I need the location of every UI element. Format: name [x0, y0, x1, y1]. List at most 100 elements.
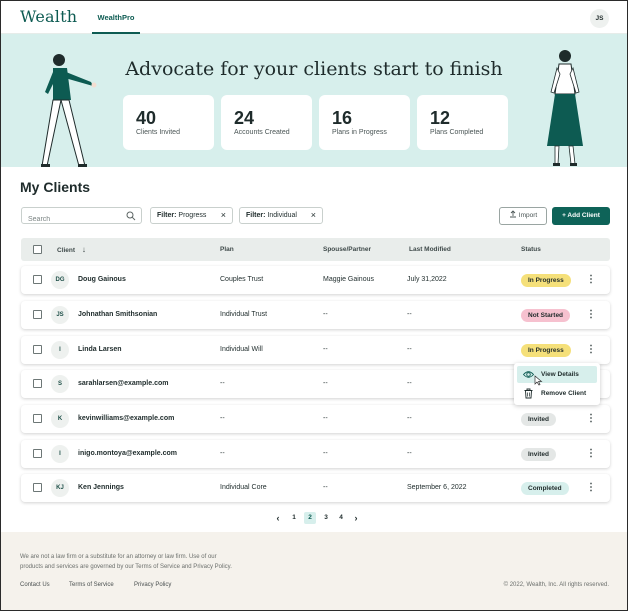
client-spouse: -- — [323, 346, 328, 353]
client-plan: Couples Trust — [220, 276, 264, 283]
more-options-icon[interactable]: ⋮ — [586, 440, 596, 468]
page-title: My Clients — [20, 179, 91, 195]
status-badge: Not Started — [521, 309, 571, 322]
add-client-button[interactable]: + Add Client — [552, 207, 610, 225]
filter-value: Progress — [178, 212, 207, 219]
sort-arrow-icon[interactable]: ↓ — [82, 245, 86, 254]
footer-link-contact[interactable]: Contact Us — [20, 582, 50, 588]
table-row[interactable]: KJ Ken Jennings Individual Core -- Septe… — [21, 474, 610, 502]
client-last-modified: September 6, 2022 — [407, 484, 467, 491]
client-plan: Individual Core — [220, 484, 267, 491]
more-options-icon[interactable]: ⋮ — [586, 301, 596, 329]
trash-icon — [524, 388, 533, 399]
table-row[interactable]: K kevinwilliams@example.com -- -- -- Inv… — [21, 405, 610, 433]
client-spouse: -- — [323, 450, 328, 457]
import-button[interactable]: Import — [499, 207, 547, 225]
more-options-icon[interactable]: ⋮ — [586, 405, 596, 433]
client-name[interactable]: inigo.montoya@example.com — [78, 440, 177, 468]
stat-card-plans-in-progress: 16 Plans in Progress — [319, 95, 410, 150]
eye-icon — [523, 371, 534, 378]
row-checkbox[interactable] — [33, 275, 42, 284]
row-checkbox[interactable] — [33, 310, 42, 319]
page-4[interactable]: 4 — [335, 512, 347, 524]
client-name[interactable]: Ken Jennings — [78, 474, 124, 502]
remove-client-menu-item[interactable]: Remove Client — [517, 385, 597, 402]
hero-banner: Advocate for your clients start to finis… — [1, 34, 627, 167]
select-all-checkbox[interactable] — [33, 245, 42, 254]
search-icon[interactable] — [126, 211, 136, 221]
filter-chip-individual[interactable]: Filter: Individual × — [239, 207, 323, 224]
table-row[interactable]: I inigo.montoya@example.com -- -- -- Inv… — [21, 440, 610, 468]
client-name[interactable]: Linda Larsen — [78, 336, 122, 364]
column-header-status[interactable]: Status — [521, 238, 541, 261]
stat-card-plans-completed: 12 Plans Completed — [417, 95, 508, 150]
filter-value: Individual — [267, 212, 297, 219]
client-plan: -- — [220, 450, 225, 457]
view-details-menu-item[interactable]: View Details — [517, 366, 597, 383]
client-name[interactable]: kevinwilliams@example.com — [78, 405, 174, 433]
row-action-menu: View Details Remove Client — [514, 363, 600, 405]
row-checkbox[interactable] — [33, 483, 42, 492]
filter-chip-progress[interactable]: Filter: Progress × — [150, 207, 233, 224]
client-name[interactable]: sarahlarsen@example.com — [78, 370, 168, 398]
hero-title: Advocate for your clients start to finis… — [125, 58, 503, 80]
nav-tab-wealthpro[interactable]: WealthPro — [92, 1, 140, 34]
row-checkbox[interactable] — [33, 449, 42, 458]
row-checkbox[interactable] — [33, 345, 42, 354]
client-last-modified: -- — [407, 450, 412, 457]
column-header-plan[interactable]: Plan — [220, 238, 234, 261]
page-2[interactable]: 2 — [304, 512, 316, 524]
wealth-logo[interactable]: Wealth — [20, 7, 77, 26]
menu-item-label: Remove Client — [541, 390, 587, 397]
client-spouse: -- — [323, 415, 328, 422]
client-name[interactable]: Doug Gainous — [78, 266, 126, 294]
table-row[interactable]: l Linda Larsen Individual Will -- -- In … — [21, 336, 610, 364]
column-header-last-modified[interactable]: Last Modified — [409, 238, 451, 261]
stat-label: Accounts Created — [234, 129, 290, 136]
footer: We are not a law firm or a substitute fo… — [1, 532, 627, 610]
mouse-cursor-icon — [534, 375, 543, 386]
client-initials-avatar: JS — [51, 306, 69, 324]
user-avatar[interactable]: JS — [590, 9, 609, 28]
footer-disclaimer: We are not a law firm or a substitute fo… — [20, 554, 232, 570]
column-label: Client — [57, 247, 76, 254]
status-badge: Invited — [521, 413, 556, 426]
close-icon[interactable]: × — [221, 208, 226, 223]
more-options-icon[interactable]: ⋮ — [586, 266, 596, 294]
client-name[interactable]: Johnathan Smithsonian — [78, 301, 157, 329]
more-options-icon[interactable]: ⋮ — [586, 474, 596, 502]
footer-link-terms[interactable]: Terms of Service — [69, 582, 114, 588]
client-plan: Individual Will — [220, 346, 263, 353]
page-1[interactable]: 1 — [288, 512, 300, 524]
table-row[interactable]: DG Doug Gainous Couples Trust Maggie Gai… — [21, 266, 610, 294]
import-label: Import — [518, 212, 538, 219]
row-checkbox[interactable] — [33, 414, 42, 423]
table-row[interactable]: JS Johnathan Smithsonian Individual Trus… — [21, 301, 610, 329]
table-header: Client ↓ Plan Spouse/Partner Last Modifi… — [21, 238, 610, 261]
row-checkbox[interactable] — [33, 379, 42, 388]
upload-icon — [509, 210, 516, 218]
client-initials-avatar: S — [51, 375, 69, 393]
stat-value: 24 — [234, 108, 255, 128]
stat-label: Plans in Progress — [332, 129, 387, 136]
prev-page-icon[interactable]: ‹ — [272, 512, 284, 524]
client-last-modified: July 31,2022 — [407, 276, 447, 283]
menu-item-label: View Details — [541, 371, 579, 378]
footer-link-privacy[interactable]: Privacy Policy — [134, 582, 171, 588]
stat-label: Clients Invited — [136, 129, 180, 136]
stat-card-accounts-created: 24 Accounts Created — [221, 95, 312, 150]
stat-value: 16 — [332, 108, 353, 128]
column-header-spouse[interactable]: Spouse/Partner — [323, 238, 371, 261]
stat-value: 12 — [430, 108, 451, 128]
next-page-icon[interactable]: › — [350, 512, 362, 524]
search-input[interactable] — [22, 212, 117, 227]
more-options-icon[interactable]: ⋮ — [586, 336, 596, 364]
client-last-modified: -- — [407, 380, 412, 387]
client-initials-avatar: KJ — [51, 479, 69, 497]
client-last-modified: -- — [407, 346, 412, 353]
page-3[interactable]: 3 — [320, 512, 332, 524]
status-badge: Invited — [521, 448, 556, 461]
column-header-client[interactable]: Client ↓ — [57, 238, 86, 262]
close-icon[interactable]: × — [311, 208, 316, 223]
filter-key: Filter: — [157, 212, 177, 219]
